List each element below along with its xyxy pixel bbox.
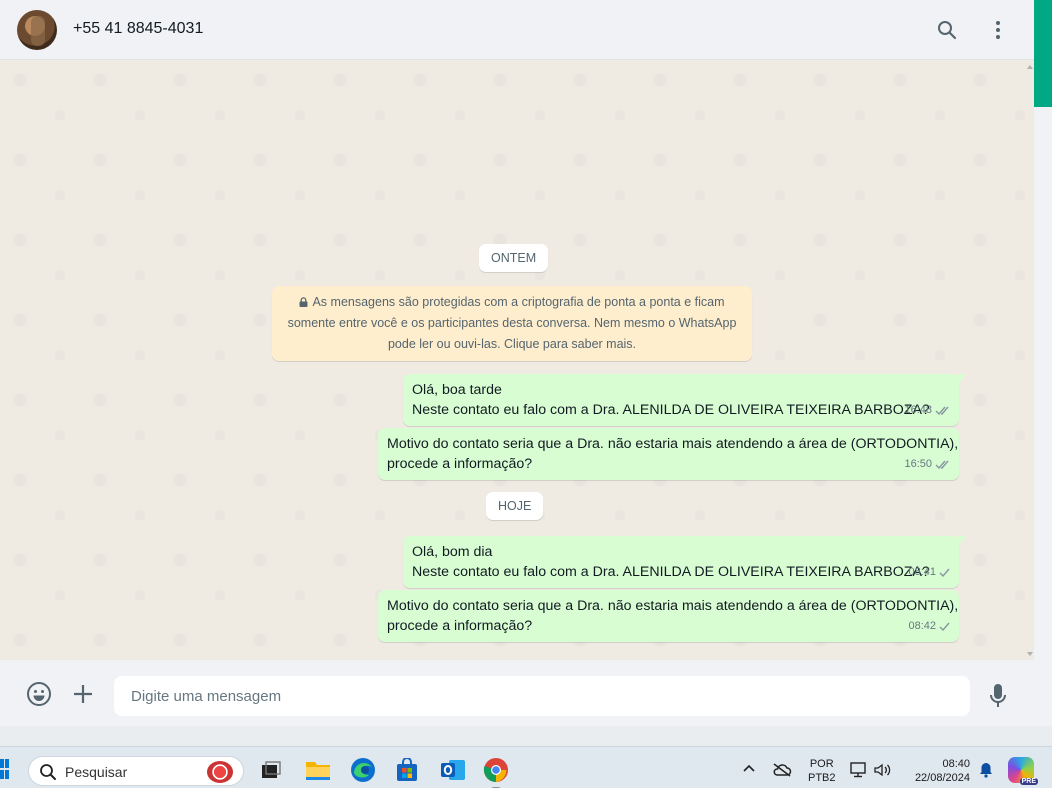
- message-text: Motivo do contato seria que a Dra. não e…: [387, 598, 959, 614]
- search-label: Pesquisar: [65, 764, 128, 780]
- edge-browser-icon[interactable]: [350, 757, 376, 783]
- microsoft-store-icon[interactable]: [394, 757, 420, 783]
- contact-name[interactable]: +55 41 8845-4031: [73, 20, 203, 38]
- search-highlight-icon: [207, 761, 233, 783]
- task-view-icon[interactable]: [258, 757, 284, 783]
- encryption-notice[interactable]: As mensagens são protegidas com a cripto…: [272, 286, 752, 361]
- chat-scrollbar[interactable]: [1026, 60, 1034, 660]
- message-text: procede a informação?: [387, 456, 533, 472]
- lock-icon: [299, 297, 308, 307]
- chevron-up-icon[interactable]: [742, 763, 756, 776]
- single-check-icon: [939, 568, 950, 577]
- message-time: 16:48: [904, 404, 932, 416]
- notification-bell-icon[interactable]: [978, 762, 994, 781]
- double-check-icon: [935, 406, 949, 415]
- date-separator: HOJE: [486, 492, 544, 520]
- window-edge: [1034, 0, 1052, 726]
- volume-icon[interactable]: [874, 763, 892, 780]
- chrome-browser-icon[interactable]: [483, 757, 509, 783]
- message-meta: 16:48: [904, 400, 951, 420]
- chat-header: +55 41 8845-4031: [0, 0, 1034, 60]
- notice-text-2: somente entre você e os participantes de…: [287, 316, 737, 330]
- microphone-icon[interactable]: [984, 682, 1012, 710]
- outgoing-message[interactable]: Olá, boa tarde Neste contato eu falo com…: [403, 374, 966, 426]
- system-clock[interactable]: 08:40 22/08/2024: [904, 757, 970, 785]
- message-text: Neste contato eu falo com a Dra. ALENILD…: [412, 564, 930, 580]
- message-text: Motivo do contato seria que a Dra. não e…: [387, 436, 959, 452]
- network-icon[interactable]: [850, 762, 868, 781]
- language-indicator[interactable]: POR PTB2: [808, 757, 836, 785]
- message-text: procede a informação?: [387, 618, 533, 634]
- message-text: Olá, bom dia: [412, 544, 493, 560]
- message-time: 16:50: [904, 458, 932, 470]
- message-time: 08:41: [908, 566, 936, 578]
- message-text: Neste contato eu falo com a Dra. ALENILD…: [412, 402, 930, 418]
- composer-bar: [0, 660, 1034, 726]
- more-vertical-icon[interactable]: [986, 18, 1010, 42]
- whatsapp-window: +55 41 8845-4031 ONTEM As mensagens são …: [0, 0, 1034, 726]
- accent-strip: [1034, 0, 1052, 107]
- search-icon[interactable]: [935, 18, 959, 42]
- clock-time: 08:40: [942, 758, 970, 770]
- date-separator: ONTEM: [479, 244, 549, 272]
- encryption-notice-line: As mensagens são protegidas com a cripto…: [282, 292, 742, 313]
- cloud-off-icon[interactable]: [772, 763, 792, 780]
- double-check-icon: [935, 460, 949, 469]
- windows-taskbar: Pesquisar POR PTB2 08:40 22/08/2024 PRE: [0, 746, 1052, 788]
- windows-start-icon[interactable]: [0, 759, 10, 779]
- single-check-icon: [939, 622, 950, 631]
- notice-text-1: As mensagens são protegidas com a cripto…: [312, 295, 725, 309]
- message-text: Olá, boa tarde: [412, 382, 502, 398]
- plus-icon[interactable]: [69, 680, 97, 708]
- message-meta: 08:42: [908, 616, 951, 636]
- search-icon: [40, 764, 56, 780]
- scroll-down-arrow-icon[interactable]: [1027, 652, 1033, 656]
- clock-date: 22/08/2024: [914, 772, 970, 784]
- outgoing-message[interactable]: Motivo do contato seria que a Dra. não e…: [378, 428, 959, 480]
- file-explorer-icon[interactable]: [305, 757, 331, 783]
- scroll-up-arrow-icon[interactable]: [1027, 65, 1033, 69]
- outgoing-message[interactable]: Olá, bom dia Neste contato eu falo com a…: [403, 536, 966, 588]
- message-meta: 16:50: [904, 454, 951, 474]
- message-input[interactable]: [114, 676, 970, 716]
- language-code: POR: [809, 758, 834, 770]
- copilot-badge: PRE: [1019, 778, 1038, 785]
- keyboard-layout: PTB2: [808, 772, 836, 784]
- copilot-icon[interactable]: PRE: [1008, 757, 1038, 785]
- outgoing-message[interactable]: Motivo do contato seria que a Dra. não e…: [378, 590, 959, 642]
- contact-avatar[interactable]: [17, 10, 57, 50]
- message-time: 08:42: [908, 620, 936, 632]
- taskbar-search[interactable]: Pesquisar: [28, 756, 244, 786]
- message-list[interactable]: ONTEM As mensagens são protegidas com a …: [0, 60, 1034, 660]
- notice-text-3: pode ler ou ouvi-las. Clique para saber …: [387, 337, 637, 351]
- outlook-icon[interactable]: [440, 757, 466, 783]
- message-meta: 08:41: [908, 562, 951, 582]
- emoji-icon[interactable]: [25, 680, 53, 708]
